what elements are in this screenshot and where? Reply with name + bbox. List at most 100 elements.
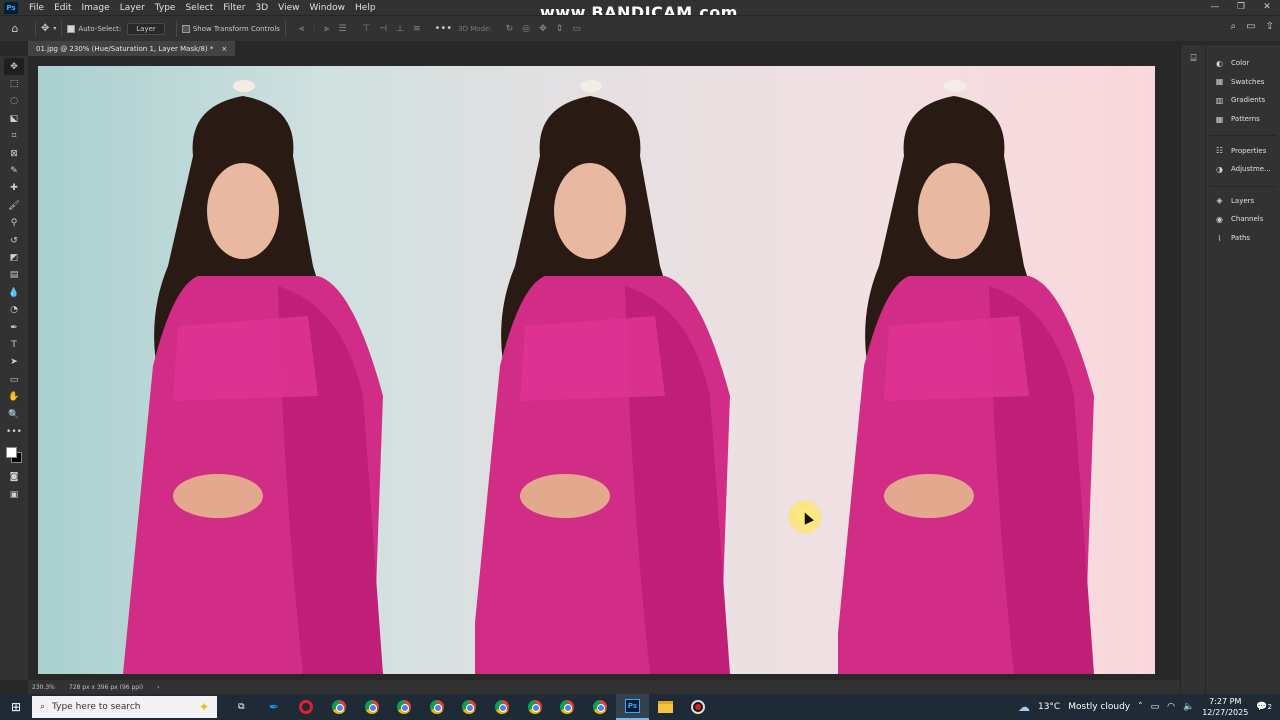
panel-channels[interactable]: ◉ Channels [1206,210,1280,229]
distribute-vertical-icon[interactable]: ≡ [413,24,421,34]
menu-select[interactable]: Select [180,3,218,13]
panel-gradients[interactable]: ▥ Gradients [1206,91,1280,110]
menu-edit[interactable]: Edit [49,3,76,13]
lasso-tool-icon[interactable]: ◌ [4,93,24,110]
3d-scale-icon[interactable]: ▭ [572,24,581,34]
taskbar-chrome-3[interactable] [388,694,421,720]
zoom-level[interactable]: 230.3% [32,684,55,691]
taskbar-chrome-6[interactable] [486,694,519,720]
more-tools-icon[interactable]: ••• [4,423,24,440]
taskbar-chrome-8[interactable] [551,694,584,720]
workspace-icon[interactable]: ▭ [1246,21,1255,32]
brush-tool-icon[interactable]: 🖌 [4,197,24,214]
align-right-icon[interactable]: ⫸ [324,24,329,34]
type-tool-icon[interactable]: T [4,336,24,353]
panel-layers[interactable]: ◈ Layers [1206,192,1280,211]
menu-view[interactable]: View [273,3,304,13]
align-top-icon[interactable]: ⊤ [362,24,370,34]
3d-pan-icon[interactable]: ✥ [539,24,547,34]
menu-filter[interactable]: Filter [218,3,250,13]
home-icon[interactable]: ⌂ [0,22,30,35]
close-icon[interactable]: ✕ [1254,0,1280,15]
align-left-icon[interactable]: ⫷ [299,24,304,34]
eyedropper-tool-icon[interactable]: ✎ [4,162,24,179]
taskbar-chrome-7[interactable] [518,694,551,720]
taskbar-opera[interactable] [290,694,323,720]
marquee-tool-icon[interactable]: ⬚ [4,75,24,92]
auto-select-dropdown[interactable]: Layer [127,22,165,35]
minimize-icon[interactable]: — [1202,0,1228,15]
search-icon[interactable]: ⌕ [1231,21,1237,32]
menu-layer[interactable]: Layer [115,3,150,13]
chevron-down-icon[interactable]: ▾ [53,25,56,32]
clock[interactable]: 7:27 PM 12/27/2025 [1202,696,1248,718]
foreground-color-swatch[interactable] [6,446,17,458]
history-panel-icon[interactable]: ⌸ [1181,53,1206,64]
taskbar-chrome-4[interactable] [421,694,454,720]
taskbar-pen-app[interactable]: ✒ [258,694,291,720]
transform-controls-checkbox[interactable] [181,24,190,33]
zoom-tool-icon[interactable]: 🔍 [4,406,24,423]
menu-file[interactable]: File [24,3,49,13]
screen-mode-icon[interactable]: ▣ [4,486,24,503]
panel-properties[interactable]: ☷ Properties [1206,141,1280,160]
panel-adjustments[interactable]: ◑ Adjustme... [1206,160,1280,179]
align-center-icon[interactable]: ⫶ [313,24,315,34]
panel-swatches[interactable]: ▦ Swatches [1206,73,1280,92]
menu-window[interactable]: Window [305,3,351,13]
clone-stamp-tool-icon[interactable]: ⚲ [4,215,24,232]
menu-image[interactable]: Image [77,3,115,13]
frame-tool-icon[interactable]: ⊠ [4,145,24,162]
taskbar-photoshop[interactable]: Ps [616,694,649,720]
status-menu-arrow[interactable]: › [157,684,159,691]
network-icon[interactable]: ▭ [1151,702,1160,712]
notifications-icon[interactable]: 💬 [1256,702,1267,712]
path-selection-tool-icon[interactable]: ➤ [4,354,24,371]
share-icon[interactable]: ⇪ [1266,21,1274,32]
color-swatches[interactable] [4,445,24,465]
windows-start-icon[interactable]: ⊞ [0,700,32,714]
taskbar-bandicam[interactable] [681,694,714,720]
cloudy-weather-icon[interactable]: ☁ [1018,700,1030,714]
3d-roll-icon[interactable]: ◎ [522,24,530,34]
wifi-icon[interactable]: ◠ [1167,702,1175,712]
hand-tool-icon[interactable]: ✋ [4,388,24,405]
weather-temperature[interactable]: 13°C [1038,702,1060,712]
taskbar-file-explorer[interactable] [649,694,682,720]
taskbar-chrome-5[interactable] [453,694,486,720]
healing-brush-tool-icon[interactable]: ✚ [4,180,24,197]
restore-icon[interactable]: ❐ [1228,0,1254,15]
document-canvas[interactable] [38,66,1155,674]
dodge-tool-icon[interactable]: ◔ [4,301,24,318]
taskbar-chrome-1[interactable] [323,694,356,720]
weather-description[interactable]: Mostly cloudy [1068,702,1130,712]
panel-patterns[interactable]: ▦ Patterns [1206,110,1280,129]
pen-tool-icon[interactable]: ✒ [4,319,24,336]
taskbar-search-box[interactable]: ⌕ Type here to search ✦ [32,696,217,718]
history-brush-tool-icon[interactable]: ↺ [4,232,24,249]
task-view-icon[interactable]: ⧉ [225,694,258,720]
more-options-icon[interactable]: ••• [435,23,453,34]
align-middle-icon[interactable]: ⊣ [379,24,387,34]
menu-type[interactable]: Type [150,3,181,13]
chevron-up-icon[interactable]: ˄ [1138,702,1143,712]
gradient-tool-icon[interactable]: ▤ [4,267,24,284]
move-tool-icon[interactable]: ✥ [4,58,24,76]
3d-orbit-icon[interactable]: ↻ [506,24,514,34]
distribute-icon[interactable]: ☰ [338,24,346,34]
close-tab-icon[interactable]: × [221,45,227,53]
menu-help[interactable]: Help [350,3,381,13]
auto-select-checkbox[interactable] [67,24,76,33]
align-bottom-icon[interactable]: ⊥ [396,24,404,34]
eraser-tool-icon[interactable]: ◩ [4,249,24,266]
panel-paths[interactable]: ⌇ Paths [1206,229,1280,248]
move-tool-icon[interactable]: ✥ [41,23,49,34]
document-tab[interactable]: 01.jpg @ 230% (Hue/Saturation 1, Layer M… [28,41,236,56]
rectangle-tool-icon[interactable]: ▭ [4,371,24,388]
blur-tool-icon[interactable]: 💧 [4,284,24,301]
crop-tool-icon[interactable]: ⌗ [4,128,24,145]
menu-3d[interactable]: 3D [251,3,274,13]
taskbar-chrome-2[interactable] [355,694,388,720]
object-selection-tool-icon[interactable]: ⬕ [4,110,24,127]
taskbar-chrome-9[interactable] [584,694,617,720]
